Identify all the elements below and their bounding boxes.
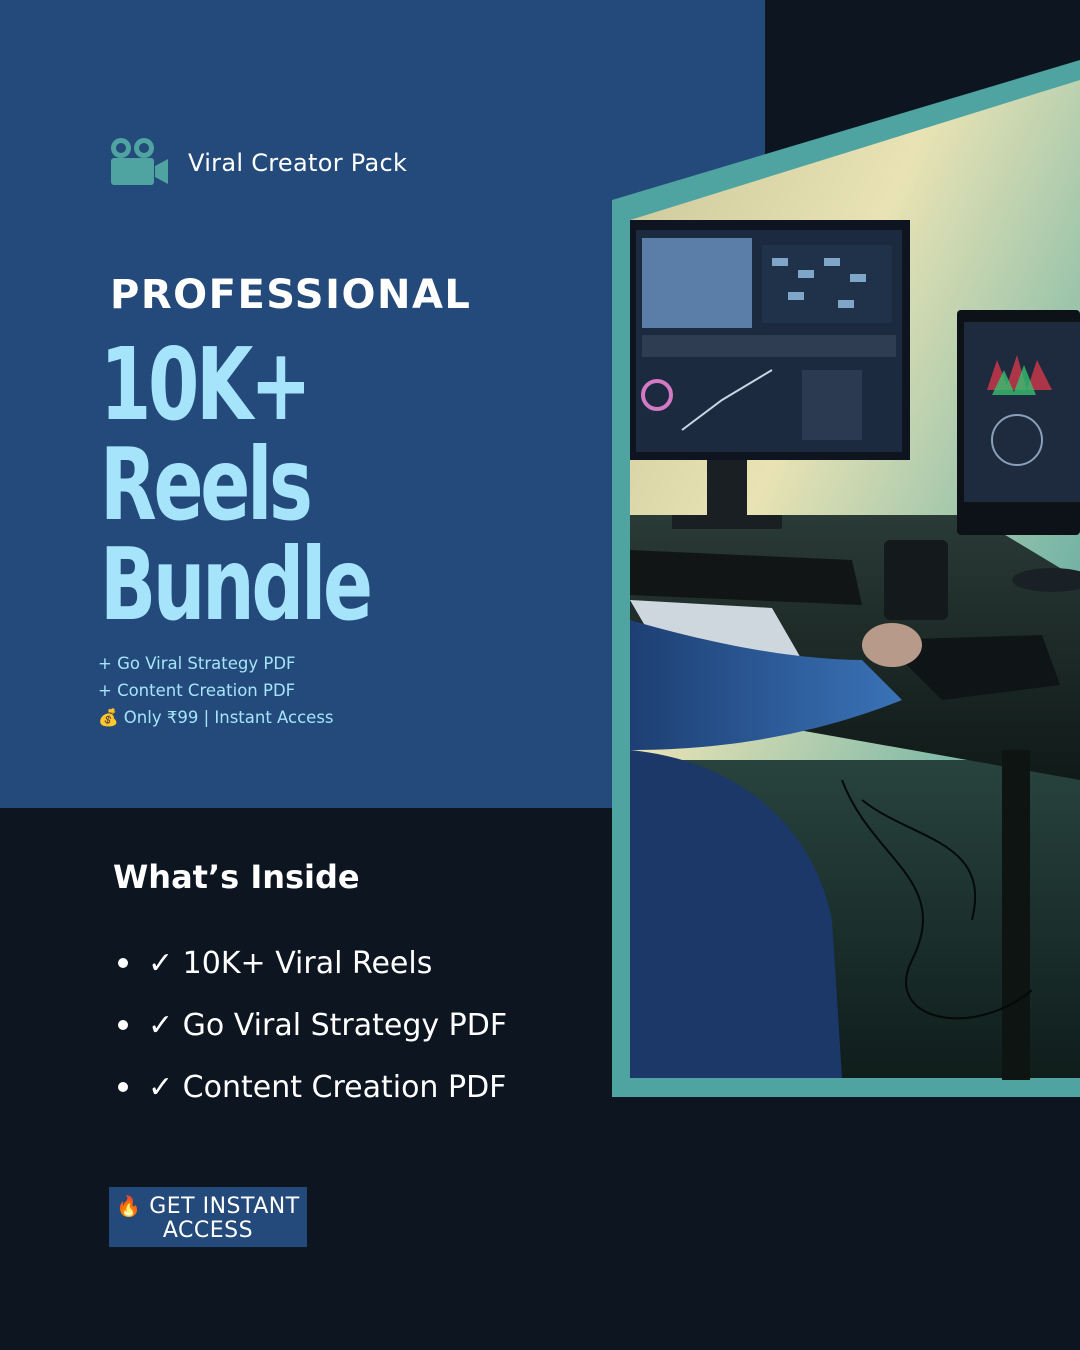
get-access-button[interactable]: 🔥 GET INSTANT ACCESS bbox=[109, 1187, 307, 1247]
perk-price: 💰 Only ₹99 | Instant Access bbox=[98, 708, 334, 727]
list-item-label: ✓ Go Viral Strategy PDF bbox=[148, 1007, 508, 1043]
brand: Viral Creator Pack bbox=[108, 136, 407, 190]
brand-name: Viral Creator Pack bbox=[188, 149, 408, 177]
perk-list: + Go Viral Strategy PDF + Content Creati… bbox=[98, 650, 334, 731]
list-item: ✓ Content Creation PDF bbox=[118, 1056, 507, 1118]
list-item-label: ✓ Content Creation PDF bbox=[148, 1069, 507, 1105]
headline-line-3: Bundle bbox=[100, 526, 373, 643]
headline-line-2: Reels bbox=[100, 426, 313, 543]
list-item-label: ✓ 10K+ Viral Reels bbox=[148, 945, 433, 981]
bullet-dot bbox=[118, 1082, 128, 1092]
perk-item: + Go Viral Strategy PDF bbox=[98, 654, 296, 673]
fire-icon: 🔥 bbox=[116, 1193, 142, 1218]
headline-line-1: 10K+ bbox=[100, 326, 312, 443]
photo-frame bbox=[612, 60, 1080, 1097]
perk-item: + Content Creation PDF bbox=[98, 681, 296, 700]
movie-camera-icon bbox=[108, 136, 168, 190]
headline: 10K+ Reels Bundle bbox=[100, 326, 373, 643]
section-title: What’s Inside bbox=[113, 858, 360, 896]
eyebrow-label: PROFESSIONAL bbox=[110, 272, 472, 318]
cta-label: GET INSTANT ACCESS bbox=[149, 1193, 300, 1243]
list-item: ✓ 10K+ Viral Reels bbox=[118, 932, 507, 994]
bullet-dot bbox=[118, 1020, 128, 1030]
bullet-dot bbox=[118, 958, 128, 968]
list-item: ✓ Go Viral Strategy PDF bbox=[118, 994, 507, 1056]
inside-list: ✓ 10K+ Viral Reels ✓ Go Viral Strategy P… bbox=[118, 932, 507, 1118]
video-editing-workstation-photo bbox=[612, 60, 1080, 1097]
